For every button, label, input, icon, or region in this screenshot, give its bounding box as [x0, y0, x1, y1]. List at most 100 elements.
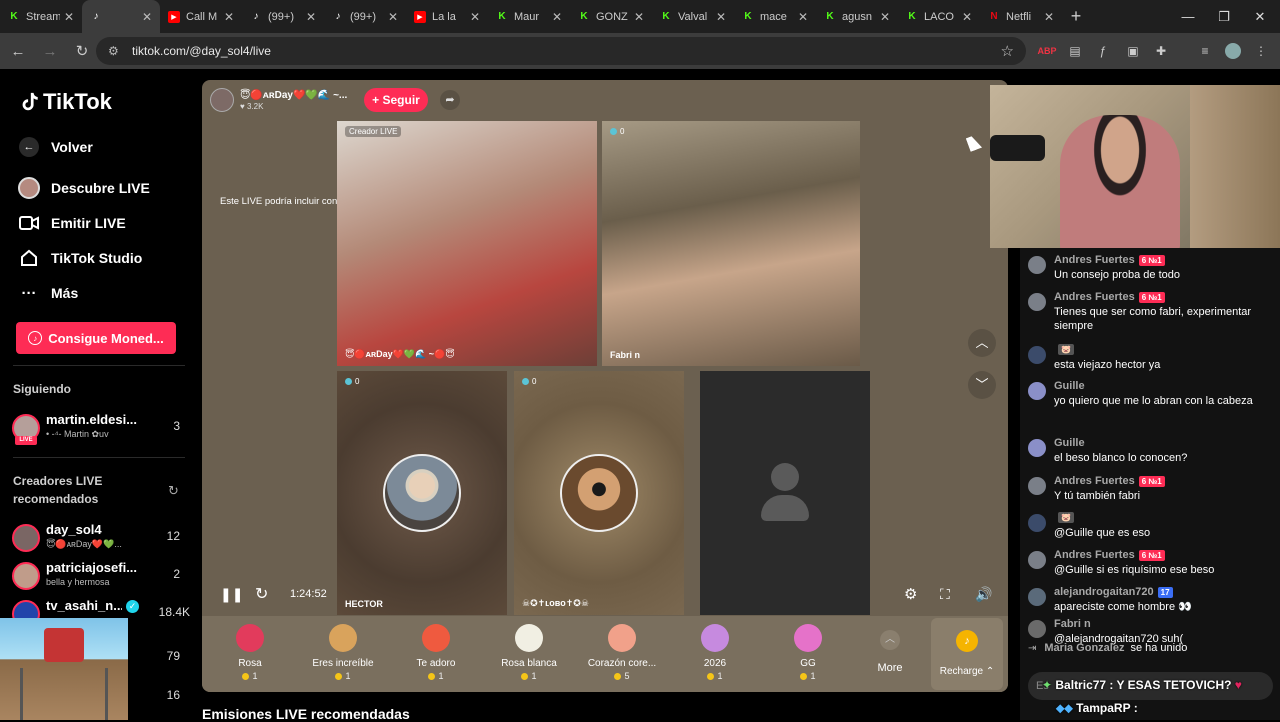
browser-tab[interactable]: K Stream ✕ [0, 0, 82, 33]
browser-tab[interactable]: K Valval ✕ [652, 0, 734, 33]
gift-item[interactable]: Rosa 1 [210, 624, 290, 681]
chat-message[interactable]: Guille el beso blanco lo conocen? [1028, 437, 1273, 471]
previous-live-icon[interactable]: ︿ [968, 329, 996, 357]
extension-icon[interactable]: ▤ [1064, 40, 1086, 62]
browser-menu-icon[interactable]: ⋮ [1250, 40, 1272, 62]
get-coins-button[interactable]: ♪ Consigue Moned... [16, 322, 176, 354]
avatar[interactable] [1028, 477, 1046, 495]
profile-avatar[interactable] [1222, 40, 1244, 62]
browser-tab[interactable]: Kagusn ✕ [816, 0, 898, 33]
close-tab-icon[interactable]: ✕ [798, 10, 808, 24]
gift-item[interactable]: Eres increíble 1 [303, 624, 383, 681]
recommended-item[interactable]: day_sol4 😇🔴ᴀʀDay❤️💚... 12 [12, 522, 190, 558]
gift-item[interactable]: Te adoro 1 [396, 624, 476, 681]
avatar[interactable] [1028, 551, 1046, 569]
share-icon[interactable]: ➦ [440, 90, 460, 110]
puzzle-icon[interactable]: ✚ [1150, 40, 1172, 62]
chat-message[interactable]: Andres Fuertes 6 №1 Un consejo proba de to… [1028, 254, 1273, 288]
media-controls-icon[interactable]: ≡ [1194, 40, 1216, 62]
gift-item[interactable]: Corazón core... 5 [582, 624, 662, 681]
pause-icon[interactable]: ❚❚ [220, 585, 243, 603]
close-tab-icon[interactable]: ✕ [388, 10, 398, 24]
close-tab-icon[interactable]: ✕ [224, 10, 234, 24]
browser-tab[interactable]: ♪ (99+) ✕ [242, 0, 324, 33]
guest-cell-host[interactable]: Creador LIVE 😇🔴ᴀʀDay❤️💚🌊 ~🔴😇 [337, 121, 597, 366]
close-tab-icon[interactable]: ✕ [716, 10, 726, 24]
browser-tab[interactable]: Kmace ✕ [734, 0, 816, 33]
host-avatar[interactable] [210, 88, 234, 112]
restore-icon[interactable]: ❐ [1206, 0, 1242, 33]
nav-volver[interactable]: ← Volver [18, 136, 93, 158]
close-tab-icon[interactable]: ✕ [470, 10, 480, 24]
close-tab-icon[interactable]: ✕ [306, 10, 316, 24]
more-gifts-button[interactable]: ︿ More [874, 630, 906, 674]
chat-username[interactable]: Andres Fuertes 6 №1 [1054, 549, 1165, 561]
close-tab-icon[interactable]: ✕ [634, 10, 644, 24]
browser-tab[interactable]: K Maur ✕ [488, 0, 570, 33]
script-extension-icon[interactable]: ƒ [1092, 40, 1114, 62]
bookmark-star-icon[interactable]: ☆ [1001, 42, 1014, 60]
chat-message[interactable]: 🐷 esta viejazo hector ya [1028, 344, 1273, 378]
host-info[interactable]: 😇🔴ᴀʀDay❤️💚🌊 ~... ♥ 3.2K [210, 88, 347, 112]
browser-tab[interactable]: ▶ Call M ✕ [160, 0, 242, 33]
close-tab-icon[interactable]: ✕ [64, 10, 74, 24]
minimize-icon[interactable]: — [1170, 0, 1206, 33]
picture-in-picture-icon[interactable]: ▣ [1122, 40, 1144, 62]
browser-tab[interactable]: ▶ La la ✕ [406, 0, 488, 33]
guest-cell-lobo[interactable]: 0 ☠✪✝ʟᴏʙᴏ✝✪☠ [514, 371, 684, 615]
nav-mas[interactable]: ··· Más [18, 282, 79, 304]
settings-icon[interactable]: ⚙ [904, 585, 917, 603]
close-window-icon[interactable]: ✕ [1242, 0, 1278, 33]
guest-cell-fabri[interactable]: 0 Fabri n [602, 121, 860, 366]
avatar[interactable] [1028, 256, 1046, 274]
chat-message[interactable]: Andres Fuertes 6 №1 Y tú también fabri [1028, 475, 1273, 509]
chat-username[interactable]: Fabri n [1054, 618, 1091, 630]
avatar[interactable] [1028, 382, 1046, 400]
host-name[interactable]: 😇🔴ᴀʀDay❤️💚🌊 ~... [240, 90, 347, 101]
chat-username[interactable]: Guille [1054, 437, 1085, 449]
chat-username[interactable]: Andres Fuertes 6 №1 [1054, 254, 1165, 266]
url-field[interactable]: ⚙ tiktok.com/@day_sol4/live ☆ [96, 37, 1026, 65]
chat-message[interactable]: alejandrogaitan720 17 apareciste come homb… [1028, 586, 1273, 620]
reload-icon[interactable]: ↻ [68, 37, 96, 65]
recharge-button[interactable]: ♪ Recharge ⌃ [931, 618, 1003, 690]
chat-username[interactable]: Andres Fuertes 6 №1 [1054, 475, 1165, 487]
avatar[interactable] [1028, 293, 1046, 311]
refresh-stream-icon[interactable]: ↻ [255, 585, 268, 603]
tiktok-logo[interactable]: TikTok [18, 89, 112, 115]
browser-tab[interactable]: ♪ (99+) ✕ [324, 0, 406, 33]
browser-tab[interactable]: N Netfli ✕ [980, 0, 1062, 33]
back-icon[interactable]: ← [4, 37, 32, 65]
avatar[interactable] [1028, 346, 1046, 364]
browser-tab[interactable]: K LACO ✕ [898, 0, 980, 33]
close-tab-icon[interactable]: ✕ [962, 10, 972, 24]
adblock-icon[interactable]: ABP [1036, 40, 1058, 62]
guest-cell-empty[interactable] [700, 371, 870, 615]
new-tab-button[interactable]: + [1062, 6, 1090, 27]
avatar[interactable] [1028, 439, 1046, 457]
chat-username[interactable]: Andres Fuertes 6 №1 [1054, 291, 1165, 303]
fullscreen-icon[interactable]: ⛶ [940, 585, 950, 603]
close-tab-icon[interactable]: ✕ [1044, 10, 1054, 24]
nav-tiktok-studio[interactable]: TikTok Studio [18, 247, 142, 269]
close-tab-icon[interactable]: ✕ [552, 10, 562, 24]
nav-emitir-live[interactable]: Emitir LIVE [18, 212, 126, 234]
chat-message[interactable]: 🐷 @Guille que es eso [1028, 512, 1273, 546]
nav-descubre-live[interactable]: Descubre LIVE [18, 177, 150, 199]
chat-username[interactable]: 🐷 [1054, 344, 1074, 355]
following-item[interactable]: LIVE martin.eldesi... • -⁴- Martin ✿uv 3 [12, 412, 190, 448]
close-tab-icon[interactable]: ✕ [880, 10, 890, 24]
site-settings-icon[interactable]: ⚙ [108, 44, 122, 58]
chat-username[interactable]: alejandrogaitan720 17 [1054, 586, 1173, 598]
follow-button[interactable]: + Seguir [364, 88, 428, 112]
avatar[interactable] [1028, 588, 1046, 606]
chat-message[interactable]: Andres Fuertes 6 №1 @Guille si es riquísim… [1028, 549, 1273, 583]
gift-item[interactable]: 2026 1 [675, 624, 755, 681]
avatar[interactable] [1028, 620, 1046, 638]
browser-tab[interactable]: K GONZ ✕ [570, 0, 652, 33]
chat-username[interactable]: 🐷 [1054, 512, 1074, 523]
next-live-icon[interactable]: ﹀ [968, 371, 996, 399]
volume-icon[interactable]: 🔊 [975, 585, 992, 603]
guest-cell-hector[interactable]: 0 HECTOR [337, 371, 507, 615]
browser-tab[interactable]: ♪ ✕ [82, 0, 160, 33]
